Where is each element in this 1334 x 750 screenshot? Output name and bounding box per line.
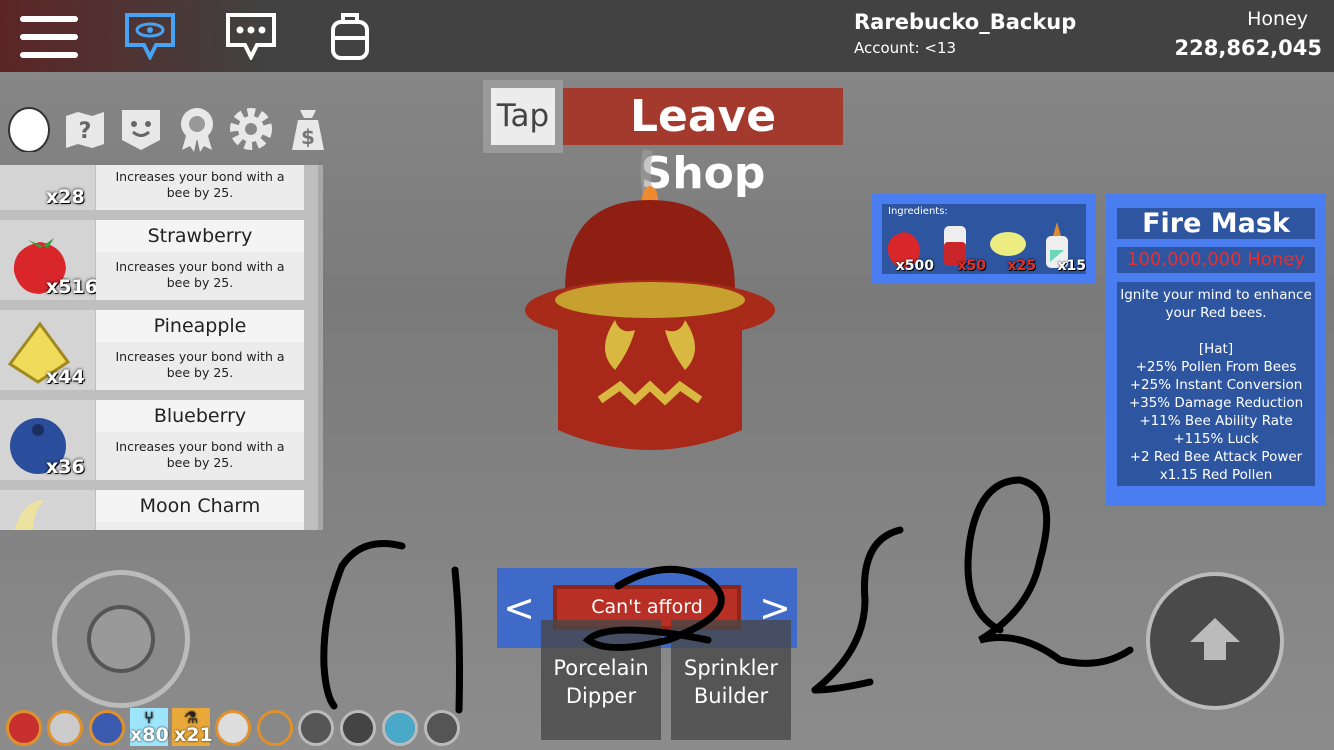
hotbar-slot[interactable]	[298, 710, 334, 746]
backpack-icon[interactable]	[330, 10, 370, 60]
joystick[interactable]	[52, 570, 190, 708]
stat: +35% Damage Reduction	[1128, 395, 1304, 411]
ingredients-label: Ingredients:	[888, 206, 948, 217]
glue-icon: x15	[1036, 220, 1086, 274]
username: Rarebucko_Backup	[854, 10, 1077, 34]
account-age: Account: <13	[854, 39, 957, 57]
egg-icon[interactable]	[6, 104, 52, 152]
product-price: 100,000,000 Honey	[1117, 247, 1315, 273]
item-count: x44	[46, 366, 85, 388]
stat: +25% Instant Conversion	[1129, 377, 1303, 393]
hotbar-slot[interactable]	[89, 710, 125, 746]
chat-icon[interactable]	[225, 12, 277, 60]
item-description: Increases your bond with a bee by 25.	[115, 169, 285, 200]
option-porcelain-dipper[interactable]: Porcelain Dipper	[541, 620, 661, 740]
menu-icon[interactable]	[20, 16, 78, 58]
item-count: x516	[46, 276, 98, 298]
item-name: Blueberry	[96, 400, 304, 432]
item-list[interactable]: x28 Increases your bond with a bee by 25.…	[0, 165, 323, 530]
product-description-box: Ignite your mind to enhance your Red bee…	[1117, 282, 1315, 486]
item-description: Increases your bond with a bee by 25.	[115, 349, 285, 380]
stat: +115% Luck	[1173, 431, 1259, 447]
ingredients-panel: Ingredients: x500 x50 x25 x15	[872, 194, 1096, 284]
treat-slot[interactable]: ⑂ x80	[130, 708, 169, 746]
stat: +25% Pollen From Bees	[1135, 359, 1297, 375]
quest-map-icon[interactable]: ?	[64, 110, 106, 150]
honey-label: Honey	[1247, 8, 1308, 30]
item-description: Increases your bond with a bee by 25.	[115, 439, 285, 470]
hotbar-slot[interactable]	[215, 710, 251, 746]
enzyme-slot[interactable]: ⚗ x21	[172, 708, 213, 746]
red-extract-icon: x50	[936, 220, 986, 274]
list-item[interactable]: Moon Charm	[0, 490, 305, 530]
ticket-icon: x25	[986, 220, 1036, 274]
list-item[interactable]: x36 Blueberry Increases your bond with a b…	[0, 400, 305, 480]
bee-face-icon[interactable]	[120, 108, 162, 150]
svg-text:?: ?	[79, 119, 92, 144]
leave-shop-button[interactable]: Leave Shop	[563, 88, 843, 199]
list-item[interactable]: x44 Pineapple Increases your bond with a b…	[0, 310, 305, 390]
item-count: x36	[46, 456, 85, 478]
fire-mask-model	[525, 149, 775, 450]
svg-text:$: $	[301, 125, 315, 149]
hotbar-slot[interactable]	[47, 710, 83, 746]
hotbar-slot[interactable]	[6, 710, 42, 746]
item-name: Strawberry	[96, 220, 304, 252]
prev-item-button[interactable]: <	[497, 568, 541, 648]
star-slot[interactable]	[340, 710, 376, 746]
product-type: [Hat]	[1198, 341, 1234, 357]
joystick-thumb[interactable]	[87, 605, 155, 673]
moon-slot[interactable]	[424, 710, 460, 746]
option-sprinkler-builder[interactable]: Sprinkler Builder	[671, 620, 791, 740]
item-name: Pineapple	[96, 310, 304, 342]
honey-value: 228,862,045	[1174, 36, 1322, 60]
product-title: Fire Mask	[1117, 208, 1315, 239]
up-arrow-icon	[1190, 618, 1240, 660]
item-description: Increases your bond with a bee by 25.	[115, 259, 285, 290]
gear-icon[interactable]	[228, 106, 274, 152]
stat: +11% Bee Ability Rate	[1139, 413, 1293, 429]
chat-bubble-eye-icon[interactable]	[124, 12, 176, 60]
list-item[interactable]: x28 Increases your bond with a bee by 25.	[0, 165, 305, 210]
badge-icon[interactable]	[176, 106, 218, 152]
stat: +2 Red Bee Attack Power	[1129, 449, 1303, 465]
moon-charm-icon	[14, 500, 44, 530]
hotbar-slot[interactable]	[382, 710, 418, 746]
hotbar-slot[interactable]	[257, 710, 293, 746]
stat: x1.15 Red Pollen	[1159, 467, 1273, 483]
product-description: Ignite your mind to enhance your Red bee…	[1120, 287, 1312, 321]
top-bar	[0, 0, 1334, 72]
shop-bag-icon[interactable]: $	[286, 106, 330, 152]
product-info-panel: Fire Mask 100,000,000 Honey Ignite your …	[1106, 194, 1326, 506]
jump-button[interactable]	[1146, 572, 1284, 710]
list-item[interactable]: x516 Strawberry Increases your bond with a…	[0, 220, 305, 300]
strawberry-icon: x500	[884, 220, 934, 274]
item-name: Moon Charm	[96, 490, 304, 522]
